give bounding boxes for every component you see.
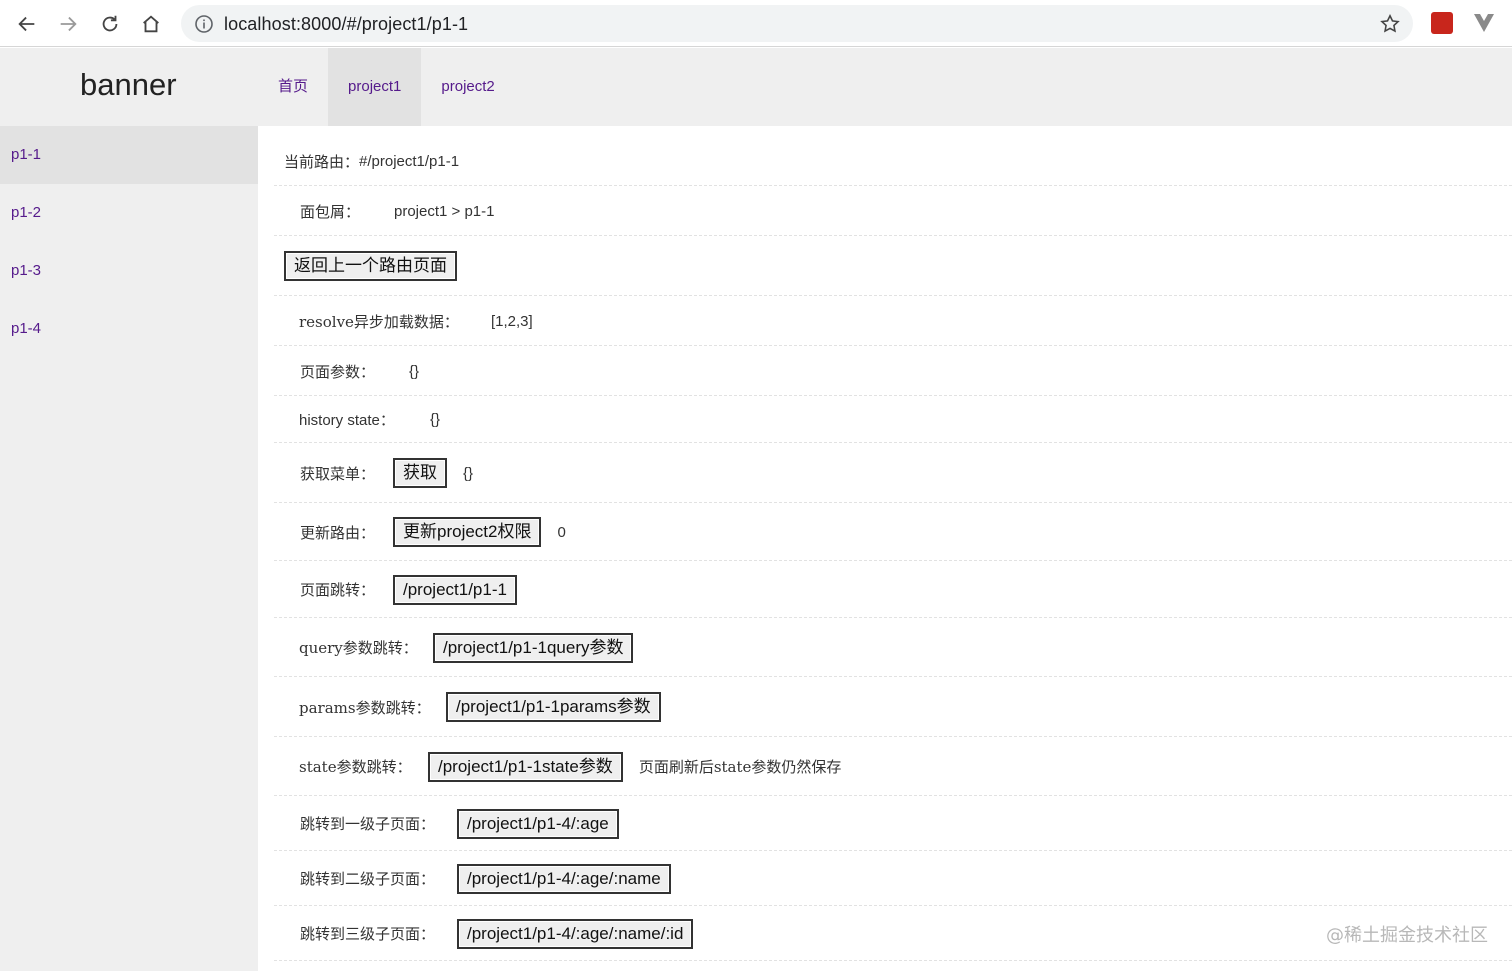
params-jump-label: params参数跳转： (299, 698, 431, 717)
app-header: banner 首页 project1 project2 (0, 48, 1512, 126)
top-nav: 首页 project1 project2 (258, 48, 515, 126)
sidebar-item-p1-3[interactable]: p1-3 (0, 242, 258, 300)
page-jump-label: 页面跳转： (300, 581, 376, 599)
back-arrow-icon[interactable] (11, 8, 43, 40)
page-jump-row: 页面跳转： /project1/p1-1 (274, 562, 1512, 618)
update-route-label: 更新路由： (300, 523, 376, 542)
level2-jump-label: 跳转到二级子页面： (300, 870, 436, 888)
level2-jump-button[interactable]: /project1/p1-4/:age/:name (457, 863, 671, 894)
level1-jump-row: 跳转到一级子页面： /project1/p1-4/:age (274, 797, 1512, 851)
vue-devtools-icon[interactable] (1473, 13, 1495, 33)
query-jump-label: query参数跳转： (299, 639, 418, 657)
url-text: localhost:8000/#/project1/p1-1 (224, 14, 469, 34)
get-menu-label: 获取菜单： (300, 464, 376, 483)
page-params-value: {} (409, 362, 420, 380)
state-jump-row: state参数跳转： /project1/p1-1state参数 页面刷新后st… (274, 738, 1512, 796)
state-jump-note: 页面刷新后state参数仍然保存 (638, 758, 842, 776)
resolve-value: [1,2,3] (491, 312, 533, 330)
resolve-row: resolve异步加载数据： [1,2,3] (274, 297, 1512, 346)
level1-jump-button[interactable]: /project1/p1-4/:age (457, 808, 619, 839)
main-content: 当前路由： #/project1/p1-1 面包屑： project1 > p1… (258, 126, 1512, 971)
level3-jump-label: 跳转到三级子页面： (300, 925, 436, 943)
current-route-label: 当前路由： (284, 153, 360, 171)
sidebar-item-p1-1[interactable]: p1-1 (0, 126, 258, 184)
back-row: 返回上一个路由页面 (274, 237, 1512, 296)
get-menu-value: {} (463, 464, 474, 482)
sidebar-item-p1-2[interactable]: p1-2 (0, 184, 258, 242)
nav-project1[interactable]: project1 (328, 48, 422, 126)
extension-icon[interactable] (1431, 12, 1453, 34)
reload-icon[interactable] (94, 8, 126, 40)
update-route-value: 0 (557, 523, 566, 541)
breadcrumb-label: 面包屑： (300, 202, 361, 221)
bookmark-star-icon[interactable] (1379, 13, 1401, 35)
watermark: @稀土掘金技术社区 (1326, 925, 1488, 946)
history-state-value: {} (430, 411, 441, 428)
query-jump-row: query参数跳转： /project1/p1-1query参数 (274, 619, 1512, 677)
home-icon[interactable] (135, 8, 167, 40)
back-route-button[interactable]: 返回上一个路由页面 (284, 251, 457, 281)
browser-toolbar: localhost:8000/#/project1/p1-1 (0, 0, 1512, 47)
get-menu-button[interactable]: 获取 (393, 458, 447, 488)
sidebar-item-p1-4[interactable]: p1-4 (0, 300, 258, 358)
params-jump-button[interactable]: /project1/p1-1params参数 (446, 692, 661, 722)
breadcrumb: project1 > p1-1 (394, 202, 495, 220)
state-jump-button[interactable]: /project1/p1-1state参数 (428, 751, 623, 782)
update-permission-button[interactable]: 更新project2权限 (393, 517, 542, 547)
nav-home[interactable]: 首页 (258, 48, 328, 126)
state-jump-label: state参数跳转： (299, 758, 412, 776)
breadcrumb-row: 面包屑： project1 > p1-1 (274, 187, 1512, 236)
sidebar: p1-1 p1-2 p1-3 p1-4 (0, 126, 258, 971)
address-bar[interactable]: localhost:8000/#/project1/p1-1 (181, 5, 1413, 42)
history-state-label: history state： (299, 412, 395, 429)
banner-title: banner (80, 67, 177, 102)
site-info-icon[interactable] (194, 14, 214, 34)
current-route-row: 当前路由： #/project1/p1-1 (274, 138, 1512, 186)
level2-jump-row: 跳转到二级子页面： /project1/p1-4/:age/:name (274, 852, 1512, 906)
get-menu-row: 获取菜单： 获取 {} (274, 444, 1512, 503)
forward-arrow-icon[interactable] (52, 8, 84, 40)
nav-project2[interactable]: project2 (421, 48, 514, 126)
history-state-row: history state： {} (274, 397, 1512, 443)
update-route-row: 更新路由： 更新project2权限 0 (274, 504, 1512, 561)
current-route-value: #/project1/p1-1 (359, 153, 460, 170)
page-params-label: 页面参数： (300, 362, 376, 381)
level1-jump-label: 跳转到一级子页面： (300, 815, 436, 833)
level3-jump-button[interactable]: /project1/p1-4/:age/:name/:id (457, 918, 694, 949)
page-jump-button[interactable]: /project1/p1-1 (393, 574, 517, 605)
params-jump-row: params参数跳转： /project1/p1-1params参数 (274, 678, 1512, 737)
query-jump-button[interactable]: /project1/p1-1query参数 (433, 632, 634, 663)
page-params-row: 页面参数： {} (274, 347, 1512, 396)
resolve-label: resolve异步加载数据： (299, 312, 459, 331)
